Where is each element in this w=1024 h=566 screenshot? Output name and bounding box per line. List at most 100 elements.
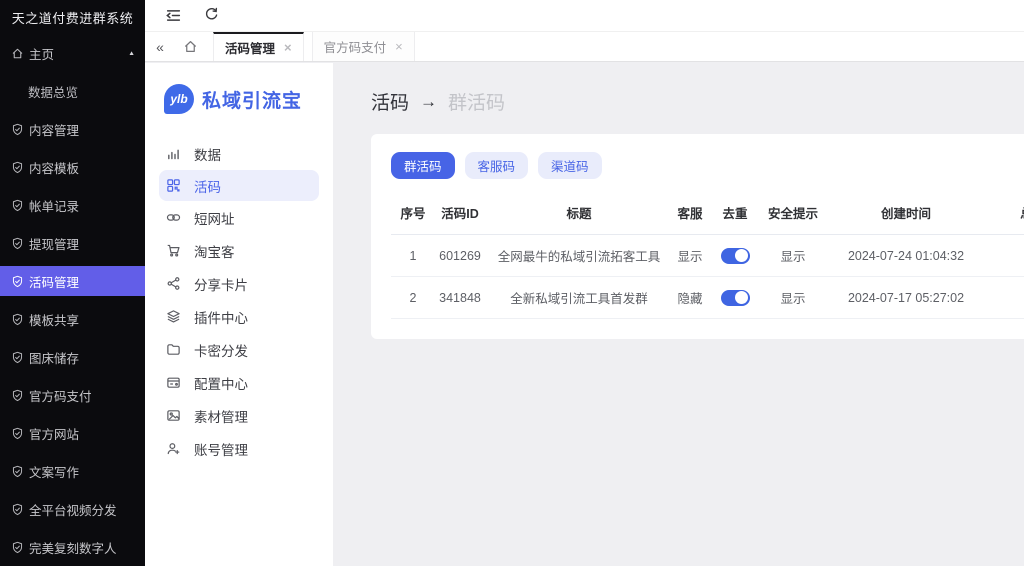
sidebar-item-label: 主页 [29,44,54,63]
module-nav-item[interactable]: 短网址 [145,201,333,234]
user-icon [166,441,181,456]
shield-icon [11,465,24,478]
module-nav-label: 配置中心 [194,373,248,393]
module-nav-item[interactable]: 分享卡片 [145,267,333,300]
sidebar-item[interactable]: 主页 ▲ [0,38,145,68]
qr-list-card: 群活码客服码渠道码 序号活码ID标题客服去重安全提示创建时间总访问 160126… [371,134,1024,339]
table-row: 1601269全网最牛的私域引流拓客工具显示显示2024-07-24 01:04… [391,235,1024,277]
module-nav: 数据活码短网址淘宝客分享卡片插件中心卡密分发配置中心素材管理账号管理 [145,137,333,465]
breadcrumb-parent: 活码 [371,88,409,115]
code-type-button[interactable]: 客服码 [465,152,529,179]
shield-icon [11,389,24,402]
refresh-icon[interactable] [204,7,221,24]
shield-icon [11,199,24,212]
caret-up-icon: ▲ [128,50,135,56]
logo: ylb 私域引流宝 [164,84,333,114]
shield-icon [11,503,24,516]
code-type-filter: 群活码客服码渠道码 [391,152,1024,179]
sidebar-item-label: 官方码支付 [29,386,92,405]
sidebar-item[interactable]: 官方网站 [0,418,145,448]
code-type-button[interactable]: 渠道码 [538,152,602,179]
module-nav-item[interactable]: 卡密分发 [145,333,333,366]
module-nav-item[interactable]: 账号管理 [145,432,333,465]
collapse-menu-icon[interactable] [165,7,182,24]
sidebar-item[interactable]: 完美复刻数字人 [0,532,145,562]
module-nav-label: 素材管理 [194,406,248,426]
table-body: 1601269全网最牛的私域引流拓客工具显示显示2024-07-24 01:04… [391,235,1024,319]
dedupe-toggle[interactable] [721,290,750,306]
sidebar-item[interactable]: 文案写作 [0,456,145,486]
dedupe-toggle[interactable] [721,248,750,264]
cell-seq: 2 [391,277,435,319]
module-nav-label: 数据 [194,144,221,164]
table-row: 2341848全新私域引流工具首发群隐藏显示2024-07-17 05:27:0… [391,277,1024,319]
close-icon[interactable]: × [395,40,403,53]
sidebar-item-label: 活码管理 [29,272,79,291]
module-nav-item[interactable]: 淘宝客 [145,234,333,267]
shield-icon [11,541,24,554]
table-header-row: 序号活码ID标题客服去重安全提示创建时间总访问 [391,194,1024,235]
shield-icon [11,313,24,326]
tab[interactable]: 官方码支付 × [312,32,415,61]
main-content: 活码 → 群活码 群活码客服码渠道码 序号活码ID标题客服去重安全提示创建时间总… [333,63,1024,566]
qr-icon [166,178,181,193]
tab[interactable]: 活码管理× [213,32,304,61]
home-tab-icon[interactable] [175,32,205,61]
sidebar-item[interactable]: 全平台视频分发 [0,494,145,524]
scroll-tabs-left-icon[interactable]: « [145,32,175,61]
column-header: 活码ID [435,194,485,235]
shield-icon [11,351,24,364]
module-nav-item[interactable]: 配置中心 [145,366,333,399]
cell-seq: 1 [391,235,435,277]
sidebar-item-label: 数据总览 [28,82,78,101]
sidebar-item-label: 图床储存 [29,348,79,367]
module-nav-label: 卡密分发 [194,340,248,360]
module-nav-label: 活码 [194,176,221,196]
chart-icon [166,146,181,161]
column-header: 客服 [673,194,707,235]
shield-icon [11,275,24,288]
cell-safety: 显示 [763,235,823,277]
home-icon [11,47,24,60]
logo-badge: ylb [164,84,194,114]
sidebar-item[interactable]: 图床储存 [0,342,145,372]
sidebar-item[interactable]: 官方码支付 [0,380,145,410]
topbar [145,0,1024,32]
sidebar-item[interactable]: 帐单记录 [0,190,145,220]
breadcrumb: 活码 → 群活码 [371,88,1024,115]
shield-icon [11,123,24,136]
code-type-button[interactable]: 群活码 [391,152,455,179]
sidebar-item[interactable]: 数据总览 [0,76,145,106]
module-nav-item[interactable]: 素材管理 [145,399,333,432]
module-nav-label: 分享卡片 [194,274,248,294]
tabbar: « 活码管理× 官方码支付 × [145,32,1024,62]
cell-safety: 显示 [763,277,823,319]
column-header: 序号 [391,194,435,235]
cell-visits: 13 [989,235,1024,277]
close-icon[interactable]: × [284,41,292,54]
sidebar-item[interactable]: 活码管理 [0,266,145,296]
tab-label: 官方码支付 [324,37,387,56]
module-nav-item[interactable]: 插件中心 [145,300,333,333]
sidebar-item-label: 官方网站 [29,424,79,443]
cell-code_id: 341848 [435,277,485,319]
sidebar-item[interactable]: 内容管理 [0,114,145,144]
sidebar-item[interactable]: 模板共享 [0,304,145,334]
cell-dedupe [707,235,763,277]
module-nav-label: 短网址 [194,208,235,228]
column-header: 创建时间 [823,194,989,235]
shield-icon [11,427,24,440]
module-nav-item[interactable]: 活码 [159,170,319,201]
sidebar-item[interactable]: 内容模板 [0,152,145,182]
sidebar-item[interactable]: 提现管理 [0,228,145,258]
cell-kefu: 隐藏 [673,277,707,319]
module-nav-item[interactable]: 数据 [145,137,333,170]
sidebar-item-label: 全平台视频分发 [29,500,117,519]
app-title: 天之道付费进群系统 [0,0,145,34]
sidebar-item-label: 提现管理 [29,234,79,253]
column-header: 总访问 [989,194,1024,235]
breadcrumb-current: 群活码 [448,88,505,115]
cell-title: 全新私域引流工具首发群 [485,277,673,319]
share-icon [166,276,181,291]
cell-visits: 20 [989,277,1024,319]
